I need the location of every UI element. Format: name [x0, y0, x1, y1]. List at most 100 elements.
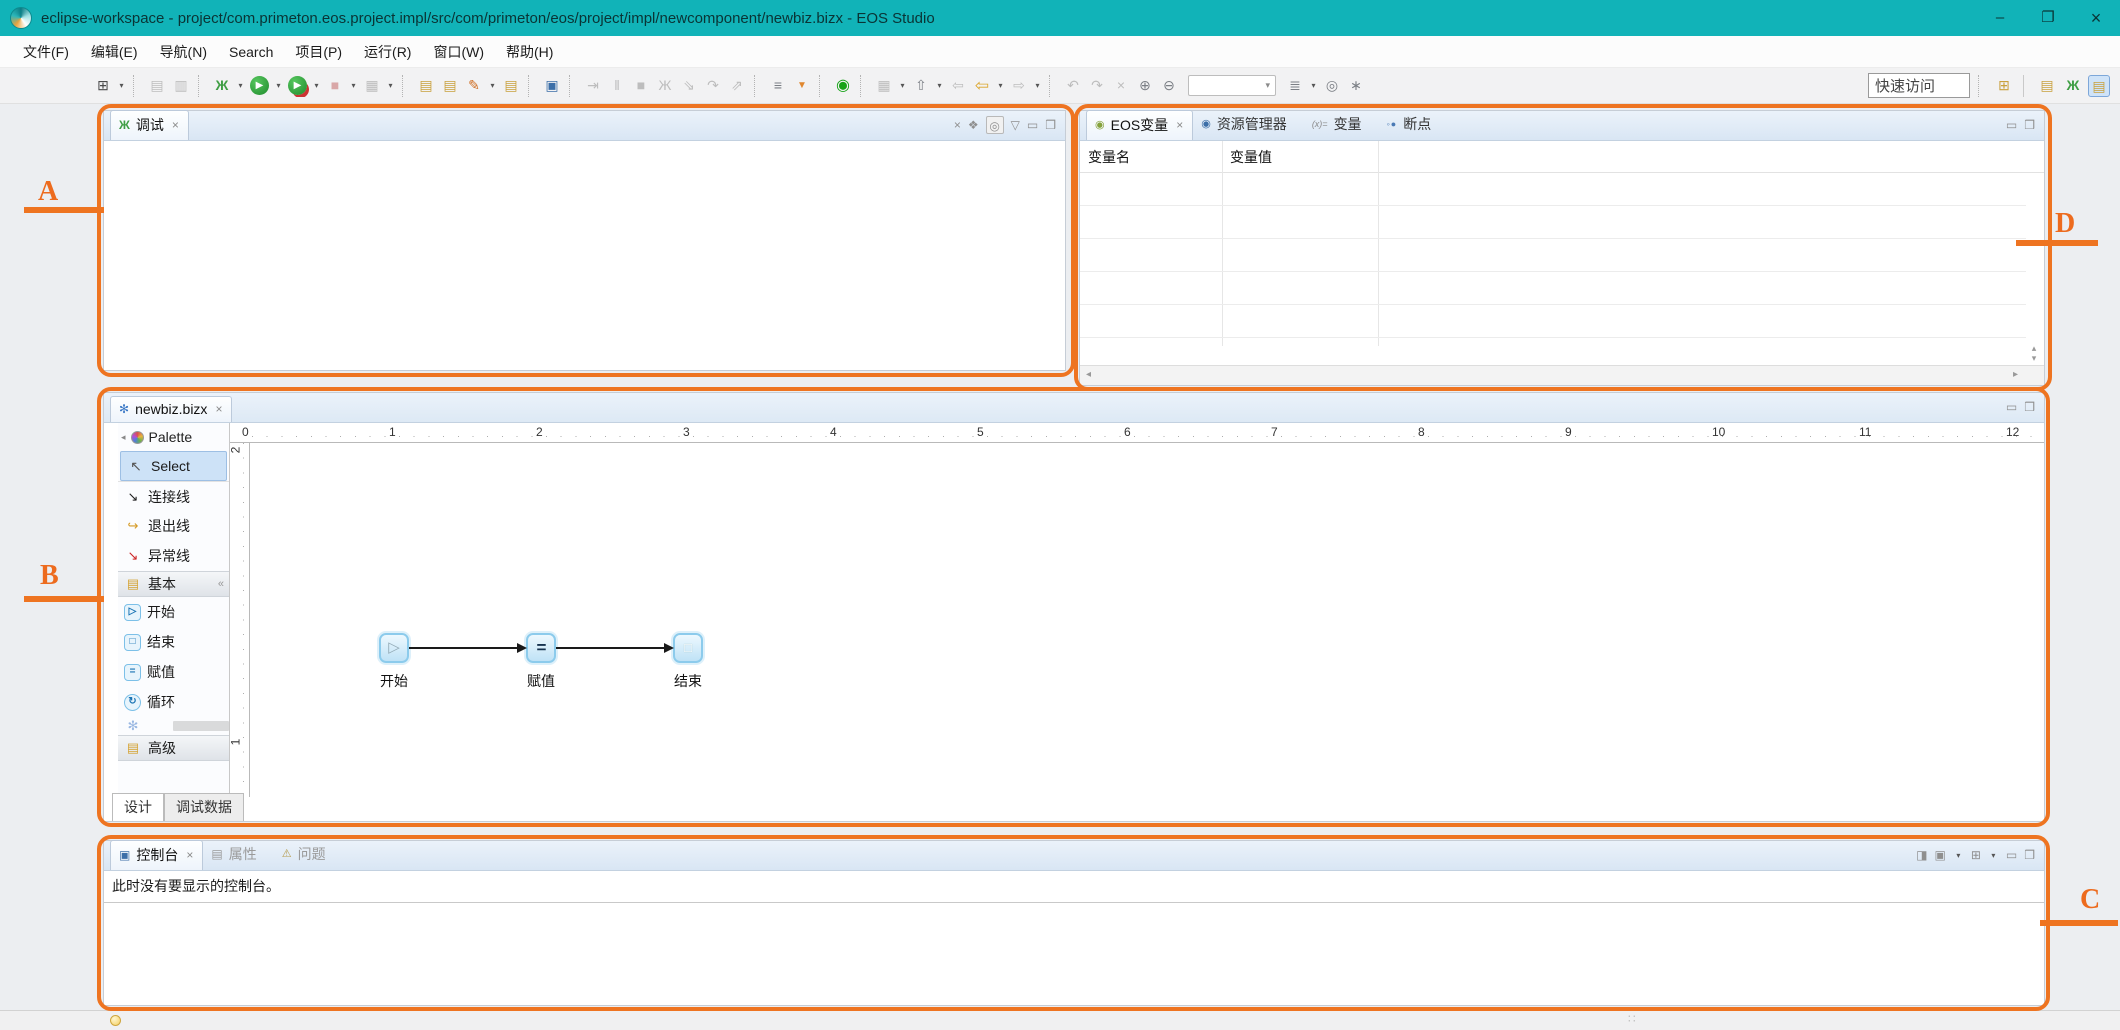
dropdown-icon[interactable]: ▾ [897, 81, 908, 90]
vertical-scrollbar[interactable]: ▴ ▾ [2026, 343, 2042, 363]
lightbulb-icon[interactable] [110, 1015, 121, 1026]
disconnect-icon[interactable]: Ж [654, 75, 676, 97]
flow-node-icon[interactable]: = [526, 633, 556, 663]
flow-node-icon[interactable]: ▷ [379, 633, 409, 663]
remove-terminated-icon[interactable]: × [954, 116, 961, 134]
menu-help[interactable]: 帮助(H) [495, 37, 564, 67]
menu-run[interactable]: 运行(R) [353, 37, 422, 67]
separator[interactable] [819, 75, 826, 97]
save-all-icon[interactable]: ▥ [170, 75, 192, 97]
show-selected-icon[interactable]: ≡ [767, 75, 789, 97]
debug-icon[interactable]: Ж [211, 75, 233, 97]
scroll-up-icon[interactable]: ▴ [2026, 343, 2042, 353]
step-over-icon[interactable]: ↷ [702, 75, 724, 97]
tab-eos-variables[interactable]: ◉ EOS变量 × [1086, 110, 1193, 140]
redo-icon[interactable]: ↷ [1086, 75, 1108, 97]
separator[interactable] [133, 75, 140, 97]
minimize-icon[interactable]: ▭ [1027, 116, 1038, 134]
minimize-window-button[interactable]: – [1976, 0, 2024, 36]
back-icon[interactable]: ⇦ [971, 75, 993, 97]
pause-icon[interactable]: ‖ [606, 75, 628, 97]
external-tools-icon[interactable]: ∗ [1345, 75, 1367, 97]
maximize-icon[interactable]: ❒ [1045, 116, 1056, 134]
tab-breakpoints[interactable]: ◦● 断点 [1379, 110, 1449, 140]
palette-assign[interactable]: = 赋值 [118, 657, 229, 687]
undo-icon[interactable]: ↶ [1062, 75, 1084, 97]
palette-exit-line[interactable]: ↪ 退出线 [118, 511, 229, 541]
display-console-icon[interactable]: ▣ [1934, 846, 1945, 864]
close-icon[interactable]: × [1176, 118, 1183, 132]
back-disabled-icon[interactable]: ⇦ [947, 75, 969, 97]
step-into-icon[interactable]: ⇘ [678, 75, 700, 97]
step-filter-icon[interactable]: ⇥ [582, 75, 604, 97]
separator[interactable] [1049, 75, 1056, 97]
snapshot-icon[interactable]: ◎ [986, 116, 1004, 134]
minimize-icon[interactable]: ▭ [2006, 398, 2017, 416]
flow-node-assign[interactable]: = 赋值 [511, 633, 571, 691]
terminate-icon[interactable]: ■ [630, 75, 652, 97]
scroll-right-icon[interactable]: ▸ [2013, 369, 2018, 380]
tab-newbiz-bizx[interactable]: ✻ newbiz.bizx × [110, 396, 232, 422]
tab-properties[interactable]: ▤ 属性 [203, 840, 273, 870]
flow-node-start[interactable]: ▷ 开始 [364, 633, 424, 691]
separator[interactable] [860, 75, 867, 97]
palette-exception-line[interactable]: ↘ 异常线 [118, 541, 229, 571]
maximize-icon[interactable]: ❒ [2024, 116, 2035, 134]
dropdown-icon[interactable]: ▾ [348, 81, 359, 90]
task-list-icon[interactable]: ▦ [873, 75, 895, 97]
dropdown-icon[interactable]: ▾ [1032, 81, 1043, 90]
dropdown-icon[interactable]: ▾ [995, 81, 1006, 90]
tab-console[interactable]: ▣ 控制台 × [110, 840, 203, 870]
delete-icon[interactable]: × [1110, 75, 1132, 97]
layout-icon[interactable]: ≣ [1284, 75, 1306, 97]
server-start-icon[interactable]: ◉ [832, 75, 854, 97]
open-perspective-icon[interactable]: ⊞ [1993, 75, 2015, 97]
tab-problems[interactable]: ⚠ 问题 [274, 840, 343, 870]
maximize-icon[interactable]: ❒ [2024, 846, 2035, 864]
menu-project[interactable]: 项目(P) [284, 37, 353, 67]
step-return-icon[interactable]: ⇗ [726, 75, 748, 97]
palette-drawer-basic[interactable]: ▤ 基本 « [118, 571, 229, 597]
active-perspective-icon[interactable]: ▤ [2088, 75, 2110, 97]
collapse-palette-icon[interactable]: ◂ [121, 432, 126, 443]
flow-canvas[interactable]: ▷ 开始 = 赋值 □ 结束 [251, 443, 2044, 797]
flow-node-icon[interactable]: □ [673, 633, 703, 663]
close-icon[interactable]: × [215, 402, 222, 416]
run-icon[interactable]: ▶ [250, 76, 269, 95]
palette-start[interactable]: ▷ 开始 [118, 597, 229, 627]
export-folder-icon[interactable]: ▤ [500, 75, 522, 97]
open-folder-icon[interactable]: ▤ [415, 75, 437, 97]
tab-design[interactable]: 设计 [112, 793, 164, 821]
palette-loop[interactable]: ↻ 循环 [118, 687, 229, 717]
minimize-icon[interactable]: ▭ [2006, 116, 2017, 134]
pin-drawer-icon[interactable]: « [218, 578, 229, 590]
dropdown-icon[interactable]: ▾ [116, 81, 127, 90]
dropdown-icon[interactable]: ▾ [385, 81, 396, 90]
flow-node-end[interactable]: □ 结束 [658, 633, 718, 691]
separator[interactable] [754, 75, 761, 97]
separator[interactable] [402, 75, 409, 97]
dropdown-icon[interactable]: ▾ [487, 81, 498, 90]
stop-icon[interactable]: ■ [324, 75, 346, 97]
scroll-down-icon[interactable]: ▾ [2026, 353, 2042, 363]
search-icon[interactable]: ◎ [1321, 75, 1343, 97]
console-icon[interactable]: ▣ [541, 75, 563, 97]
close-icon[interactable]: × [186, 848, 193, 862]
menu-window[interactable]: 窗口(W) [422, 37, 495, 67]
palette-select-tool[interactable]: ↖ Select [120, 451, 227, 481]
pin-console-icon[interactable]: ◨ [1916, 846, 1927, 864]
dropdown-icon[interactable]: ▾ [235, 81, 246, 90]
restore-window-button[interactable]: ❐ [2024, 0, 2072, 36]
dropdown-icon[interactable]: ▾ [1988, 851, 1999, 860]
menu-search[interactable]: Search [218, 39, 284, 65]
palette-connection-line[interactable]: ↘ 连接线 [118, 481, 229, 511]
separator[interactable] [198, 75, 205, 97]
minimize-icon[interactable]: ▭ [2006, 846, 2017, 864]
separator[interactable] [2023, 75, 2028, 97]
scroll-left-icon[interactable]: ◂ [1086, 369, 1091, 380]
separator[interactable] [528, 75, 535, 97]
dropdown-icon[interactable]: ▾ [311, 81, 322, 90]
brush-icon[interactable]: ✎ [463, 75, 485, 97]
palette-drawer-advanced[interactable]: ▤ 高级 [118, 735, 229, 761]
maximize-icon[interactable]: ❒ [2024, 398, 2035, 416]
